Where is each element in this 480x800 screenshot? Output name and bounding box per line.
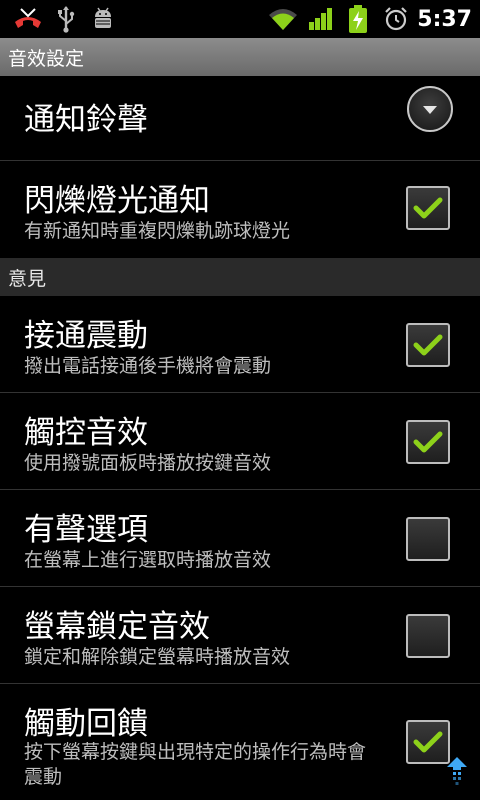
pulse-light-summary: 有新通知時重複閃爍軌跡球燈光 [24, 220, 291, 242]
pulse-light-checkbox[interactable] [406, 186, 450, 230]
item-summary: 撥出電話接通後手機將會震動 [24, 355, 272, 377]
item-title: 觸動回饋 [24, 706, 148, 742]
list-item[interactable]: 接通震動 撥出電話接通後手機將會震動 [0, 296, 480, 393]
status-clock: 5:37 [417, 6, 472, 32]
chevron-down-icon [423, 106, 437, 114]
section-header-sound-settings: 音效設定 [0, 38, 480, 76]
item-summary: 在螢幕上進行選取時播放音效 [24, 549, 272, 571]
checkmark-icon [413, 197, 443, 219]
alarm-icon [382, 0, 410, 38]
item-checkbox[interactable] [406, 517, 450, 561]
item-checkbox[interactable] [406, 720, 450, 764]
notification-ringtone-item[interactable]: 通知鈴聲 [0, 76, 480, 161]
pulse-light-title: 閃爍燈光通知 [24, 183, 210, 219]
item-summary: 鎖定和解除鎖定螢幕時播放音效 [24, 646, 291, 668]
item-summary: 使用撥號面板時播放按鍵音效 [24, 452, 272, 474]
checkmark-icon [413, 431, 443, 453]
section-header-feedback: 意見 [0, 258, 480, 296]
usb-icon [54, 0, 78, 38]
missed-call-icon [12, 0, 44, 38]
signal-icon [306, 0, 336, 38]
ringtone-dropdown-button[interactable] [407, 86, 453, 132]
item-title: 螢幕鎖定音效 [24, 609, 210, 645]
list-item[interactable]: 觸控音效 使用撥號面板時播放按鍵音效 [0, 393, 480, 490]
item-summary: 按下螢幕按鍵與出現特定的操作行為時會震動 [24, 741, 367, 788]
item-title: 觸控音效 [24, 415, 148, 451]
checkmark-icon [413, 334, 443, 356]
item-checkbox[interactable] [406, 614, 450, 658]
item-checkbox[interactable] [406, 420, 450, 464]
wifi-icon [266, 0, 300, 38]
list-item[interactable]: 觸動回饋 按下螢幕按鍵與出現特定的操作行為時會震動 [0, 684, 480, 800]
item-checkbox[interactable] [406, 323, 450, 367]
checkmark-icon [413, 731, 443, 753]
item-title: 接通震動 [24, 318, 148, 354]
battery-charging-icon [344, 0, 372, 38]
pulse-notification-light-item[interactable]: 閃爍燈光通知 有新通知時重複閃爍軌跡球燈光 [0, 161, 480, 258]
status-bar: 5:37 [0, 0, 480, 38]
android-debug-icon [88, 0, 118, 38]
list-item[interactable]: 有聲選項 在螢幕上進行選取時播放音效 [0, 490, 480, 587]
item-title: 有聲選項 [24, 512, 148, 548]
notification-ringtone-title: 通知鈴聲 [24, 102, 148, 138]
list-item[interactable]: 螢幕鎖定音效 鎖定和解除鎖定螢幕時播放音效 [0, 587, 480, 684]
scroll-up-arrow-icon[interactable] [446, 756, 468, 788]
